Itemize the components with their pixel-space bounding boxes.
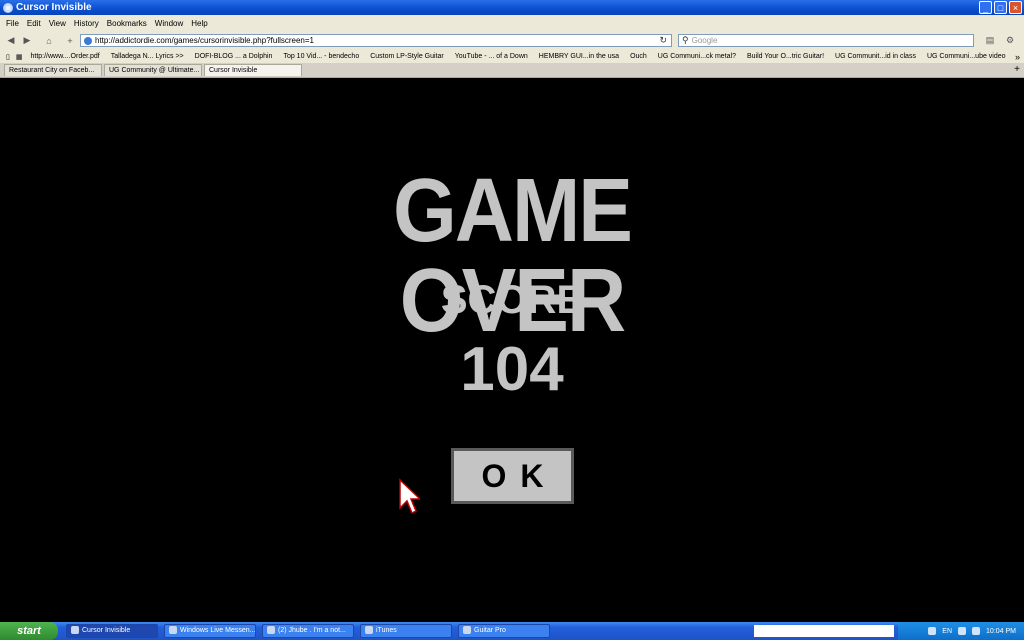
bookmark-item[interactable]: http://www....Order.pdf <box>30 53 99 60</box>
task-itunes[interactable]: iTunes <box>360 624 452 638</box>
task-label: Windows Live Messen... <box>180 627 256 634</box>
game-canvas[interactable]: GAME OVER SCORE 104 OK <box>0 78 1024 608</box>
language-indicator[interactable]: EN <box>942 628 952 635</box>
bookmark-item[interactable]: UG Communi...ube video <box>927 53 1006 60</box>
mouse-pointer-icon <box>399 478 420 515</box>
url-text: http://addictordie.com/games/cursorinvis… <box>95 36 315 45</box>
bookmark-item[interactable]: DOFI-BLOG ... a Dolphin <box>195 53 273 60</box>
firefox-icon <box>3 2 13 13</box>
bookmarks-bar: ▯ ▦ http://www....Order.pdf Talladega N.… <box>0 50 1024 63</box>
bookmark-item[interactable]: UG Communit...id in class <box>835 53 916 60</box>
menu-help[interactable]: Help <box>191 19 207 28</box>
reload-icon[interactable]: ↻ <box>659 35 667 46</box>
start-button[interactable]: start <box>0 622 58 640</box>
search-icon: ⚲ <box>682 35 689 45</box>
help-icon[interactable] <box>958 627 967 635</box>
navigation-toolbar: ◀ ▶ ⌂ + http://addictordie.com/games/cur… <box>0 31 1024 50</box>
taskbar-search-box[interactable] <box>754 625 894 637</box>
window-title: Cursor Invisible <box>16 2 92 13</box>
windows-taskbar: start Cursor Invisible Windows Live Mess… <box>0 622 1024 640</box>
score-label: SCORE <box>440 278 584 322</box>
system-tray: EN 10:04 PM <box>898 622 1024 640</box>
task-cursor-invisible[interactable]: Cursor Invisible <box>66 624 158 638</box>
start-label: start <box>17 625 41 637</box>
task-label: Guitar Pro <box>474 627 506 634</box>
home-icon[interactable]: ⌂ <box>42 34 56 47</box>
guitar-pro-icon <box>463 626 471 635</box>
messenger-icon <box>169 626 177 635</box>
clock: 10:04 PM <box>986 627 1016 635</box>
task-windows-live-messenger[interactable]: Windows Live Messen... <box>164 624 256 638</box>
tab-ug-community[interactable]: UG Community @ Ultimate... <box>104 64 202 76</box>
bookmark-item[interactable]: Build Your O...tric Guitar! <box>747 53 824 60</box>
ok-button[interactable]: OK <box>451 448 574 504</box>
search-input[interactable]: ⚲ Google <box>678 34 974 47</box>
new-tab-icon[interactable]: + <box>1014 64 1020 75</box>
maximize-button[interactable]: □ <box>994 1 1007 14</box>
open-book-icon[interactable]: ▯ <box>6 53 10 61</box>
bookmark-item[interactable]: Talladega N... Lyrics >> <box>111 53 184 60</box>
menu-history[interactable]: History <box>74 19 99 28</box>
firefox-icon <box>71 626 79 635</box>
page-menu-icon[interactable]: ▤ <box>982 34 998 47</box>
minimize-button[interactable]: _ <box>979 1 992 14</box>
bookmark-item[interactable]: HEMBRY GUI...in the usa <box>539 53 619 60</box>
task-label: iTunes <box>376 627 397 634</box>
tab-restaurant-city[interactable]: Restaurant City on Faceb... <box>4 64 102 76</box>
task-chat[interactable]: (2) Jhube . I'm a not... <box>262 624 354 638</box>
task-guitar-pro[interactable]: Guitar Pro <box>458 624 550 638</box>
itunes-icon <box>365 626 373 635</box>
messenger-icon <box>267 626 275 635</box>
window-controls: _ □ × <box>979 1 1022 14</box>
bookmark-item[interactable]: YouTube - ... of a Down <box>455 53 528 60</box>
menu-window[interactable]: Window <box>155 19 183 28</box>
menu-edit[interactable]: Edit <box>27 19 41 28</box>
add-bookmark-icon[interactable]: + <box>64 34 76 47</box>
menu-bar: File Edit View History Bookmarks Window … <box>0 15 1024 31</box>
bookmark-item[interactable]: UG Communi...ck metal? <box>658 53 736 60</box>
menu-file[interactable]: File <box>6 19 19 28</box>
bookmark-item[interactable]: Ouch <box>630 53 647 60</box>
tab-cursor-invisible[interactable]: Cursor Invisible <box>204 64 302 76</box>
network-icon[interactable] <box>928 627 937 635</box>
gear-icon[interactable]: ⚙ <box>1002 34 1018 47</box>
task-label: Cursor Invisible <box>82 627 131 634</box>
back-arrow-icon[interactable]: ◀ <box>4 34 18 47</box>
score-value: 104 <box>460 335 564 404</box>
menu-view[interactable]: View <box>49 19 66 28</box>
menu-bookmarks[interactable]: Bookmarks <box>107 19 147 28</box>
task-label: (2) Jhube . I'm a not... <box>278 627 346 634</box>
close-button[interactable]: × <box>1009 1 1022 14</box>
chevron-right-icon[interactable]: » <box>1015 52 1020 62</box>
forward-arrow-icon[interactable]: ▶ <box>20 34 34 47</box>
bookmark-item[interactable]: Top 10 Vid... - bendecho <box>283 53 359 60</box>
window-titlebar: Cursor Invisible _ □ × <box>0 0 1024 15</box>
search-placeholder: Google <box>691 36 718 45</box>
grid-icon[interactable]: ▦ <box>16 53 23 61</box>
bookmark-item[interactable]: Custom LP-Style Guitar <box>370 53 444 60</box>
site-globe-icon <box>84 36 92 45</box>
volume-icon[interactable] <box>972 627 981 635</box>
url-bar[interactable]: http://addictordie.com/games/cursorinvis… <box>80 34 672 47</box>
tab-bar: Restaurant City on Faceb... UG Community… <box>0 63 1024 78</box>
